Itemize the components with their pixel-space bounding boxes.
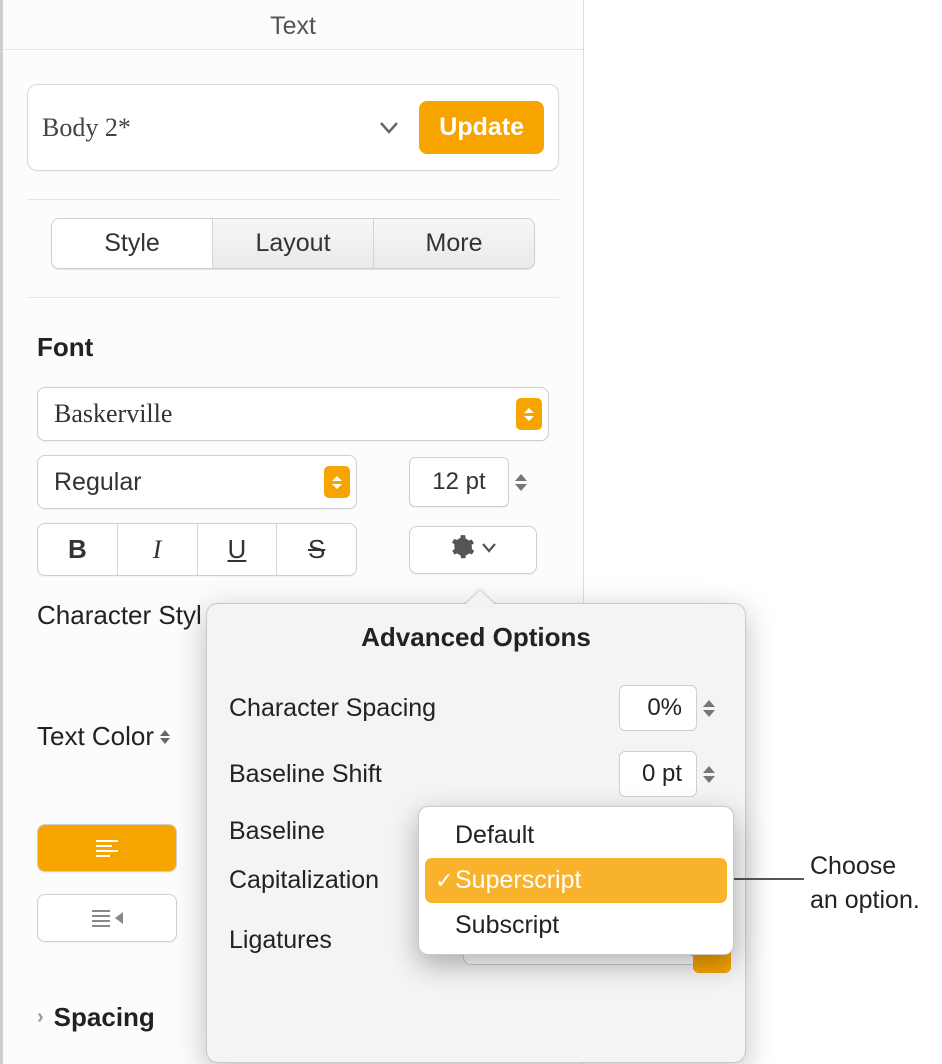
- divider: [27, 297, 559, 298]
- popover-title: Advanced Options: [207, 622, 745, 653]
- font-section-label: Font: [37, 332, 549, 363]
- ligatures-label: Ligatures: [229, 926, 332, 955]
- font-size-field[interactable]: 12 pt: [409, 457, 509, 507]
- baseline-option-default[interactable]: Default: [425, 813, 727, 858]
- updown-icon: [160, 730, 170, 744]
- baseline-menu: Default Superscript Subscript: [418, 806, 734, 955]
- panel-title: Text: [3, 0, 583, 50]
- chevron-down-icon: [481, 541, 497, 559]
- underline-button[interactable]: U: [198, 524, 277, 575]
- annotation-text: Choose an option.: [810, 850, 920, 918]
- character-spacing-stepper[interactable]: [703, 700, 723, 717]
- updown-icon: [516, 398, 542, 430]
- divider: [27, 199, 559, 200]
- font-weight-dropdown[interactable]: Regular: [37, 455, 357, 509]
- font-size-stepper[interactable]: [515, 474, 535, 491]
- font-family-value: Baskerville: [54, 399, 516, 429]
- baseline-option-superscript[interactable]: Superscript: [425, 858, 727, 903]
- chevron-right-icon: ›: [37, 1006, 44, 1029]
- text-format-group: B I U S: [37, 523, 357, 576]
- paragraph-style-name: Body 2*: [42, 113, 375, 143]
- strikethrough-button[interactable]: S: [277, 524, 356, 575]
- chevron-down-icon[interactable]: [375, 114, 403, 142]
- align-left-icon: [96, 840, 118, 857]
- tab-more[interactable]: More: [374, 219, 534, 268]
- baseline-shift-stepper[interactable]: [703, 766, 723, 783]
- italic-button[interactable]: I: [118, 524, 197, 575]
- tab-style[interactable]: Style: [52, 219, 212, 268]
- baseline-option-subscript[interactable]: Subscript: [425, 903, 727, 948]
- update-style-button[interactable]: Update: [419, 101, 544, 154]
- tab-layout[interactable]: Layout: [213, 219, 373, 268]
- character-spacing-row: Character Spacing 0%: [207, 675, 745, 741]
- indent-lines-icon: [92, 910, 110, 927]
- spacing-label: Spacing: [54, 1002, 155, 1033]
- baseline-shift-row: Baseline Shift 0 pt: [207, 741, 745, 807]
- text-color-text: Text Color: [37, 721, 154, 752]
- updown-icon: [324, 466, 350, 498]
- arrow-left-icon: [115, 912, 123, 924]
- font-family-dropdown[interactable]: Baskerville: [37, 387, 549, 441]
- align-left-button[interactable]: [37, 824, 177, 872]
- capitalization-label: Capitalization: [229, 866, 379, 895]
- gear-icon: [449, 534, 475, 565]
- advanced-options-button[interactable]: [409, 526, 537, 574]
- baseline-shift-label: Baseline Shift: [229, 760, 382, 789]
- character-spacing-label: Character Spacing: [229, 694, 436, 723]
- bold-button[interactable]: B: [38, 524, 117, 575]
- font-weight-value: Regular: [54, 468, 324, 497]
- baseline-shift-field[interactable]: 0 pt: [619, 751, 697, 797]
- decrease-indent-button[interactable]: [37, 894, 177, 942]
- paragraph-style-row: Body 2* Update: [27, 84, 559, 171]
- font-size-control: 12 pt: [409, 457, 535, 507]
- annotation-leader-line: [728, 878, 804, 880]
- character-spacing-field[interactable]: 0%: [619, 685, 697, 731]
- inspector-tabs: Style Layout More: [51, 218, 535, 269]
- baseline-label: Baseline: [229, 817, 325, 846]
